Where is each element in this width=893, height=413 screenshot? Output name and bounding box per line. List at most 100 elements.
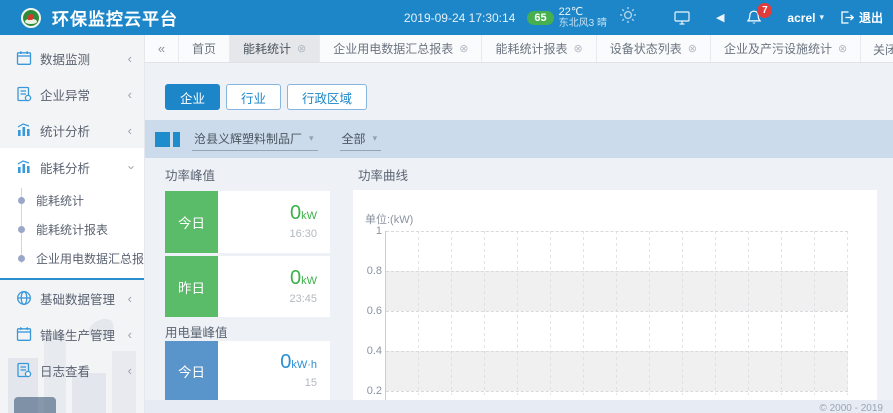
section-marker-icon <box>155 132 170 147</box>
bullet-icon <box>18 255 25 262</box>
tab-home[interactable]: 首页 <box>179 35 230 62</box>
notification-count-badge[interactable]: 7 <box>757 3 772 18</box>
chevron-icon: ‹ <box>128 87 132 102</box>
bar-chart-icon <box>16 159 32 175</box>
aqi-badge: 65 <box>527 11 553 25</box>
y-tick: 0.6 <box>356 305 382 317</box>
sidebar-group-energy-analysis: 能耗分析 ‹ 能耗统计 能耗统计报表 企业用电数据汇总报表 <box>0 148 144 280</box>
y-tick: 0.4 <box>356 345 382 357</box>
view-button-industry[interactable]: 行业 <box>226 84 281 110</box>
view-button-enterprise[interactable]: 企业 <box>165 84 220 110</box>
logout-button[interactable]: 退出 <box>840 9 883 26</box>
sidebar-item-energy-statistics[interactable]: 能耗统计 <box>0 186 144 215</box>
log-icon <box>16 362 32 378</box>
chevron-icon: ‹ <box>128 123 132 138</box>
calendar-icon <box>16 326 32 342</box>
logout-icon <box>840 11 854 24</box>
logout-label[interactable]: 退出 <box>859 9 883 26</box>
company-select[interactable]: 沧县义辉塑料制品厂 ▾ <box>192 128 318 151</box>
app-header: 环保监控云平台 2019-09-24 17:30:14 65 22℃ 东北风3 … <box>0 0 893 35</box>
peak-value: 0kW·h <box>280 351 317 376</box>
y-tick: 1 <box>356 225 382 237</box>
power-peak-card-today: 今日 0kW 16:30 <box>165 191 330 253</box>
sun-icon <box>619 6 637 29</box>
power-curve-title: 功率曲线 <box>358 165 408 184</box>
monitor-icon[interactable] <box>674 11 690 25</box>
sidebar-item-basic-data-management[interactable]: 基础数据管理 ‹ <box>0 280 144 316</box>
user-caret-icon: ▾ <box>819 12 824 23</box>
filter-bar: 沧县义辉塑料制品厂 ▾ 全部 ▾ <box>145 120 893 158</box>
tab-close-icon[interactable]: ⊗ <box>574 42 583 55</box>
peak-time: 23:45 <box>289 292 317 307</box>
y-tick: 0.2 <box>356 385 382 397</box>
period-badge: 昨日 <box>165 256 218 317</box>
calendar-icon <box>16 50 32 66</box>
tab-close-icon[interactable]: ⊗ <box>688 42 697 55</box>
app-title: 环保监控云平台 <box>52 5 178 30</box>
energy-peak-title: 用电量峰值 <box>165 322 228 341</box>
sidebar-item-electricity-summary-report[interactable]: 企业用电数据汇总报表 <box>0 244 144 273</box>
bullet-icon <box>18 197 25 204</box>
period-badge: 今日 <box>165 341 218 400</box>
tab-device-status-list[interactable]: 设备状态列表 ⊗ <box>597 35 711 62</box>
tabs-scroll-left-button[interactable]: « <box>145 35 179 62</box>
tab-close-icon[interactable]: ⊗ <box>297 42 306 55</box>
peak-value: 0kW <box>290 202 317 227</box>
chevron-down-icon: ‹ <box>122 165 137 169</box>
tab-energy-statistics-report[interactable]: 能耗统计报表 ⊗ <box>482 35 596 62</box>
sidebar-item-data-monitoring[interactable]: 数据监测 ‹ <box>0 40 144 76</box>
sidebar-item-offpeak-production[interactable]: 错峰生产管理 ‹ <box>0 316 144 352</box>
view-switch: 企业 行业 行政区域 <box>165 84 373 110</box>
tab-close-icon[interactable]: ⊗ <box>838 42 847 55</box>
tab-enterprise-pollution-facility-stats[interactable]: 企业及产污设施统计 ⊗ <box>711 35 861 62</box>
bullet-icon <box>18 226 25 233</box>
close-operations-menu[interactable]: 关闭操作 <box>860 35 893 63</box>
bar-chart-icon <box>16 122 32 138</box>
sidebar-nav: 数据监测 ‹ 企业异常 ‹ 统计分析 ‹ 能耗分析 ‹ <box>0 35 145 413</box>
globe-icon <box>16 290 32 306</box>
sidebar-item-energy-analysis[interactable]: 能耗分析 ‹ <box>0 148 144 186</box>
power-peak-card-yesterday: 昨日 0kW 23:45 <box>165 256 330 317</box>
peak-time: 15 <box>305 376 317 391</box>
document-gear-icon <box>16 86 32 102</box>
username-menu[interactable]: acrel <box>787 11 815 25</box>
power-peak-title: 功率峰值 <box>165 165 215 184</box>
bottom-strip: © 2000 - 2019 <box>145 400 893 413</box>
header-right: 2019-09-24 17:30:14 65 22℃ 东北风3 晴 ◀ 7 ac… <box>404 0 893 35</box>
section-marker-icon <box>173 132 180 147</box>
weather-text: 22℃ 东北风3 晴 <box>559 6 607 30</box>
y-tick: 0.8 <box>356 265 382 277</box>
sidebar-item-enterprise-abnormal[interactable]: 企业异常 ‹ <box>0 76 144 112</box>
weather-widget: 65 22℃ 东北风3 晴 <box>527 6 651 30</box>
notification-bell[interactable]: 7 <box>747 10 761 25</box>
scope-select[interactable]: 全部 ▾ <box>340 128 382 151</box>
sidebar-item-energy-statistics-report[interactable]: 能耗统计报表 <box>0 215 144 244</box>
speaker-icon[interactable]: ◀ <box>716 11 724 24</box>
tab-electricity-summary-report[interactable]: 企业用电数据汇总报表 ⊗ <box>320 35 482 62</box>
wind-label: 东北风3 晴 <box>559 18 607 30</box>
caret-down-icon: ▾ <box>373 133 378 144</box>
peak-value: 0kW <box>290 267 317 292</box>
energy-analysis-submenu: 能耗统计 能耗统计报表 企业用电数据汇总报表 <box>0 186 144 273</box>
chevron-icon: ‹ <box>128 327 132 342</box>
temperature-label: 22℃ <box>559 6 607 18</box>
plot-area: 1 0.8 0.6 0.4 0.2 <box>385 231 848 400</box>
sidebar-item-statistical-analysis[interactable]: 统计分析 ‹ <box>0 112 144 148</box>
energy-peak-card-today: 今日 0kW·h 15 <box>165 341 330 400</box>
platform-logo-icon <box>21 8 41 28</box>
view-button-admin-region[interactable]: 行政区域 <box>287 84 367 110</box>
caret-down-icon: ▾ <box>309 133 314 144</box>
tab-energy-statistics[interactable]: 能耗统计 ⊗ <box>230 35 320 62</box>
copyright-text: © 2000 - 2019 <box>819 403 883 413</box>
chevron-icon: ‹ <box>128 51 132 66</box>
watermark-dark-building <box>14 397 56 413</box>
tab-bar: « 首页 能耗统计 ⊗ 企业用电数据汇总报表 ⊗ 能耗统计报表 ⊗ 设备状态列表… <box>145 35 893 63</box>
sidebar-item-log-view[interactable]: 日志查看 ‹ <box>0 352 144 388</box>
power-curve-chart: 单位:(kW) 1 0.8 0.6 0.4 0.2 <box>353 190 877 400</box>
main-content: 企业 行业 行政区域 沧县义辉塑料制品厂 ▾ 全部 ▾ 功率峰值 今日 0kW … <box>145 63 893 413</box>
datetime-display: 2019-09-24 17:30:14 <box>404 11 515 25</box>
chevron-icon: ‹ <box>128 363 132 378</box>
period-badge: 今日 <box>165 191 218 253</box>
tab-close-icon[interactable]: ⊗ <box>459 42 468 55</box>
chevron-icon: ‹ <box>128 291 132 306</box>
